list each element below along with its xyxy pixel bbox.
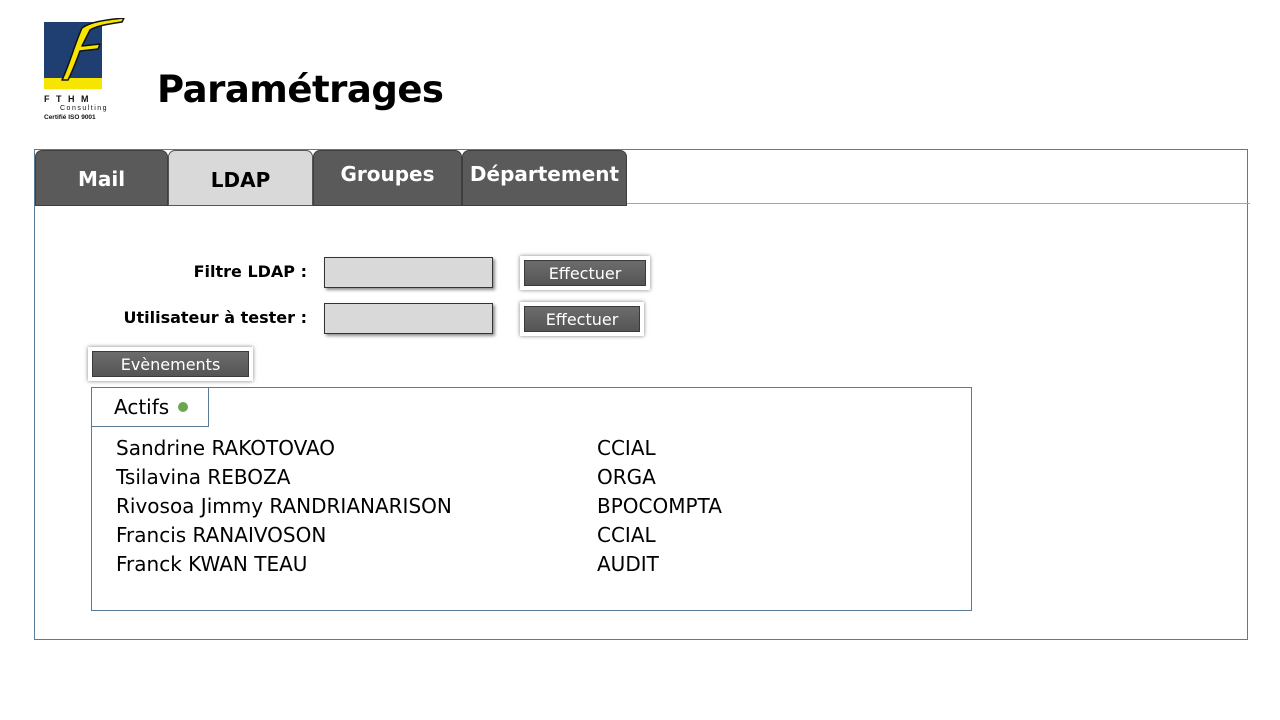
fthm-logo-icon <box>44 18 125 89</box>
evenements-button-label: Evènements <box>92 351 249 377</box>
active-users-list: Sandrine RAKOTOVAO CCIAL Tsilavina REBOZA O… <box>116 433 936 578</box>
evenements-button[interactable]: Evènements <box>88 347 253 381</box>
effectuer-filtre-button[interactable]: Effectuer <box>520 256 650 290</box>
user-name: Tsilavina REBOZA <box>116 464 291 489</box>
user-department: CCIAL <box>597 522 656 547</box>
user-name: Francis RANAIVOSON <box>116 522 327 547</box>
logo-subtitle: Consulting <box>60 105 109 112</box>
list-item[interactable]: Tsilavina REBOZA ORGA <box>116 462 936 491</box>
filtre-ldap-label: Filtre LDAP : <box>193 262 307 281</box>
user-name: Rivosoa Jimmy RANDRIANARISON <box>116 493 452 518</box>
user-department: AUDIT <box>597 551 659 576</box>
list-item[interactable]: Franck KWAN TEAU AUDIT <box>116 549 936 578</box>
tab-divider <box>626 203 1250 204</box>
utilisateur-input[interactable] <box>324 303 493 334</box>
effectuer-filtre-button-label: Effectuer <box>524 260 646 286</box>
list-item[interactable]: Rivosoa Jimmy RANDRIANARISON BPOCOMPTA <box>116 491 936 520</box>
user-department: BPOCOMPTA <box>597 493 722 518</box>
status-dot-icon <box>178 402 189 412</box>
page-title: Paramétrages <box>157 68 444 111</box>
tab-departement[interactable]: Département <box>462 150 627 206</box>
tab-mail[interactable]: Mail <box>35 150 168 206</box>
effectuer-utilisateur-button-label: Effectuer <box>524 306 640 332</box>
effectuer-utilisateur-button[interactable]: Effectuer <box>520 302 644 336</box>
company-logo: FTHM Consulting Certifié ISO 9001 <box>42 18 128 126</box>
user-department: CCIAL <box>597 435 656 460</box>
list-item[interactable]: Francis RANAIVOSON CCIAL <box>116 520 936 549</box>
actifs-title: Actifs <box>114 395 170 419</box>
list-item[interactable]: Sandrine RAKOTOVAO CCIAL <box>116 433 936 462</box>
user-name: Franck KWAN TEAU <box>116 551 308 576</box>
user-department: ORGA <box>597 464 656 489</box>
utilisateur-label: Utilisateur à tester : <box>123 308 307 327</box>
user-name: Sandrine RAKOTOVAO <box>116 435 336 460</box>
tab-groupes[interactable]: Groupes <box>313 150 462 206</box>
logo-certification: Certifié ISO 9001 <box>44 114 96 121</box>
tab-ldap[interactable]: LDAP <box>168 150 313 206</box>
logo-brand: FTHM <box>44 94 95 104</box>
actifs-tab[interactable]: Actifs <box>91 387 209 427</box>
filtre-ldap-input[interactable] <box>324 257 493 288</box>
